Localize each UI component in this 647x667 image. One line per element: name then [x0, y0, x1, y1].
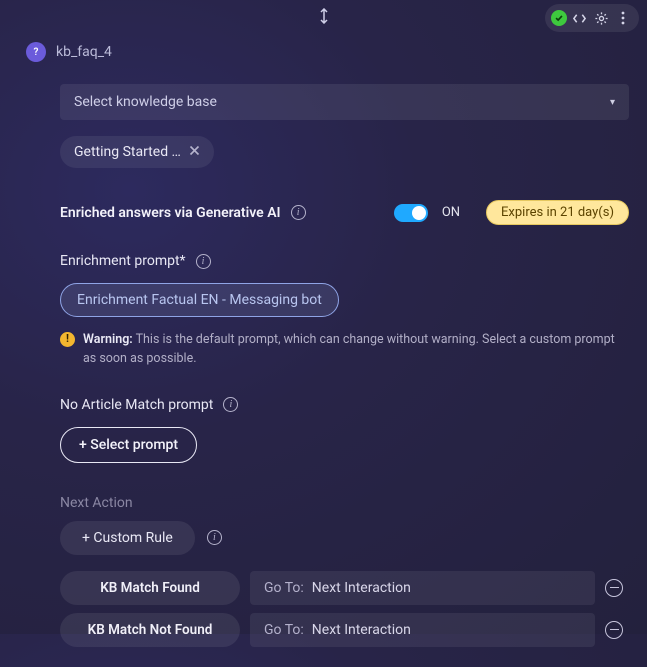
enrichment-prompt-selected[interactable]: Enrichment Factual EN - Messaging bot: [60, 283, 339, 317]
goto-select[interactable]: Go To: Next Interaction: [250, 571, 595, 605]
knowledge-base-select[interactable]: Select knowledge base ▾: [60, 84, 629, 120]
select-prompt-button[interactable]: + Select prompt: [60, 427, 197, 463]
status-ok-icon: [551, 10, 567, 26]
enriched-toggle[interactable]: [394, 204, 428, 222]
remove-chip-icon[interactable]: [189, 144, 200, 160]
settings-gear-icon[interactable]: [591, 8, 611, 28]
next-action-heading: Next Action: [60, 495, 629, 511]
kb-chip-label: Getting Started …: [74, 144, 181, 160]
enrichment-prompt-label: Enrichment prompt*: [60, 253, 186, 269]
remove-rule-icon[interactable]: [605, 621, 623, 639]
top-toolbar: [545, 4, 639, 32]
info-icon[interactable]: i: [223, 397, 238, 412]
enriched-answers-label: Enriched answers via Generative AI: [60, 205, 281, 221]
warning-text: Warning: This is the default prompt, whi…: [83, 331, 629, 369]
info-icon[interactable]: i: [291, 205, 306, 220]
warning-icon: !: [60, 332, 75, 347]
kb-select-placeholder: Select knowledge base: [74, 94, 217, 110]
rule-label[interactable]: KB Match Found: [60, 571, 240, 605]
goto-select[interactable]: Go To: Next Interaction: [250, 613, 595, 647]
no-article-prompt-label: No Article Match prompt: [60, 397, 213, 413]
info-icon[interactable]: i: [196, 254, 211, 269]
expiry-badge: Expires in 21 day(s): [486, 200, 629, 225]
drag-handle-icon[interactable]: [318, 8, 330, 28]
kb-selected-chip[interactable]: Getting Started …: [60, 136, 214, 168]
rule-label[interactable]: KB Match Not Found: [60, 613, 240, 647]
remove-rule-icon[interactable]: [605, 579, 623, 597]
node-type-icon: ?: [26, 42, 46, 62]
node-title[interactable]: kb_faq_4: [56, 44, 112, 60]
toggle-state-label: ON: [442, 205, 460, 220]
chevron-down-icon: ▾: [610, 97, 615, 108]
info-icon[interactable]: i: [207, 530, 222, 545]
custom-rule-button[interactable]: + Custom Rule: [60, 521, 195, 555]
more-menu-icon[interactable]: [613, 8, 633, 28]
code-icon[interactable]: [569, 8, 589, 28]
